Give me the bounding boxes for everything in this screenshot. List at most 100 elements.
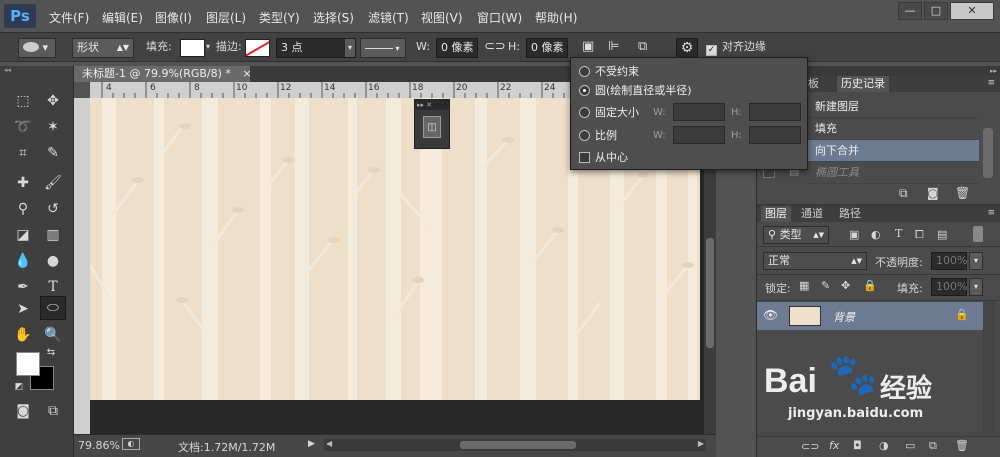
layer-name[interactable]: 背景	[833, 309, 855, 325]
zoom-level[interactable]: 79.86%	[78, 439, 120, 452]
document-tab[interactable]: 未标题-1 @ 79.9%(RGB/8) * ×	[74, 66, 252, 82]
path-operations-icon[interactable]: ▣	[582, 38, 594, 58]
align-edges-checkbox[interactable]: ✓ 对齐边缘	[706, 38, 766, 58]
ellipse-tool-icon[interactable]: ⬭	[40, 296, 66, 320]
close-button[interactable]: ✕	[950, 2, 994, 20]
path-alignment-icon[interactable]: ⊫	[608, 38, 619, 58]
chevron-down-icon[interactable]: ▾	[969, 278, 983, 296]
filter-smart-object-icon[interactable]: ▤	[937, 228, 947, 241]
share-icon[interactable]: ◐	[122, 438, 140, 450]
foreground-color-swatch[interactable]	[16, 352, 40, 376]
eye-visibility-icon[interactable]: 👁	[763, 308, 778, 322]
chevron-down-icon[interactable]: ▾	[344, 39, 355, 57]
ratio-width-field[interactable]	[673, 126, 725, 144]
pen-tool-icon[interactable]: ✒	[12, 276, 34, 298]
link-icon[interactable]: ⊂⊃	[484, 38, 506, 58]
path-arrangement-icon[interactable]: ⧉	[638, 38, 647, 58]
layer-filter-select[interactable]: ⚲ 类型 ▲▼	[763, 226, 829, 244]
clone-stamp-tool-icon[interactable]: ⚲	[12, 198, 34, 220]
floating-properties-panel[interactable]: ▸▸ ✕ ◫	[414, 99, 450, 149]
tab-history[interactable]: 历史记录	[837, 76, 889, 92]
zoom-tool-icon[interactable]: 🔍	[42, 324, 64, 346]
lasso-tool-icon[interactable]: ➰	[12, 116, 34, 138]
menu-edit[interactable]: 编辑(E)	[102, 9, 143, 26]
dodge-tool-icon[interactable]: ●	[42, 250, 64, 272]
blend-mode-select[interactable]: 正常 ▲▼	[763, 252, 867, 270]
menu-window[interactable]: 窗口(W)	[477, 9, 522, 26]
lock-all-icon[interactable]: 🔒	[863, 279, 877, 292]
new-layer-icon[interactable]: ⧉	[929, 439, 937, 453]
properties-panel-icon[interactable]: ◫	[423, 116, 441, 138]
menu-help[interactable]: 帮助(H)	[535, 9, 577, 26]
move-tool-icon[interactable]: ✥	[42, 90, 64, 112]
filter-type-icon[interactable]: T	[895, 227, 902, 240]
panel-header-icons[interactable]: ▸▸ ✕	[415, 100, 449, 110]
filter-adjustment-icon[interactable]: ◐	[871, 228, 881, 241]
stroke-type-select[interactable]: ▾	[360, 38, 406, 58]
horizontal-scroll-thumb[interactable]	[460, 441, 576, 449]
height-field[interactable]: 0 像素	[526, 38, 568, 58]
history-item-selected[interactable]: 向下合并	[807, 140, 979, 162]
fill-swatch[interactable]	[180, 39, 205, 57]
path-selection-tool-icon[interactable]: ➤	[12, 298, 34, 320]
scroll-right-icon[interactable]: ▶	[698, 439, 704, 448]
tool-mode-select[interactable]: 形状 ▲▼	[72, 38, 134, 58]
vertical-scroll-thumb[interactable]	[706, 238, 714, 348]
menu-layer[interactable]: 图层(L)	[206, 9, 246, 26]
filter-pixel-icon[interactable]: ▣	[849, 228, 859, 241]
new-document-from-state-icon[interactable]: ⧉	[899, 186, 908, 201]
stroke-size-field[interactable]: 3 点 ▾	[276, 38, 356, 58]
fixed-height-field[interactable]	[749, 103, 801, 121]
opacity-field[interactable]: 100%	[931, 252, 967, 270]
radio-button[interactable]	[579, 130, 590, 141]
history-item[interactable]: 填充	[807, 118, 979, 140]
menu-select[interactable]: 选择(S)	[313, 9, 354, 26]
filter-toggle-switch[interactable]	[973, 226, 983, 242]
minimize-button[interactable]: —	[898, 2, 922, 20]
crop-tool-icon[interactable]: ⌗	[12, 142, 34, 164]
hand-tool-icon[interactable]: ✋	[12, 324, 34, 346]
blur-tool-icon[interactable]: 💧	[12, 250, 34, 272]
fill-dropdown-arrow[interactable]: ▾	[206, 38, 210, 58]
gear-icon[interactable]: ⚙	[676, 38, 698, 58]
layer-row[interactable]: 👁 背景 🔒	[757, 302, 983, 330]
from-center-checkbox[interactable]	[579, 152, 590, 163]
radio-button[interactable]	[579, 107, 590, 118]
from-center-option[interactable]: 从中心	[579, 150, 628, 166]
link-layers-icon[interactable]: ⊂⊃	[801, 440, 819, 453]
status-menu-arrow-icon[interactable]: ▶	[308, 439, 315, 449]
group-folder-icon[interactable]: ▭	[905, 439, 915, 452]
magic-wand-tool-icon[interactable]: ✶	[42, 116, 64, 138]
history-item[interactable]: 新建图层	[807, 96, 979, 118]
menu-file[interactable]: 文件(F)	[49, 9, 89, 26]
lock-position-icon[interactable]: ✥	[841, 279, 850, 292]
horizontal-scrollbar[interactable]: ◀ ▶	[324, 439, 706, 451]
chevron-down-icon[interactable]: ▾	[969, 252, 983, 270]
menu-type[interactable]: 类型(Y)	[259, 9, 300, 26]
option-fixed-size[interactable]: 固定大小	[579, 105, 639, 121]
default-colors-icon[interactable]: ◩	[12, 380, 26, 394]
ratio-height-field[interactable]	[749, 126, 801, 144]
trash-icon[interactable]: 🗑	[955, 186, 970, 200]
eraser-tool-icon[interactable]: ◪	[12, 224, 34, 246]
lock-pixels-icon[interactable]: ✎	[821, 279, 830, 292]
layer-style-icon[interactable]: fx	[829, 439, 839, 452]
type-tool-icon[interactable]: T	[42, 276, 64, 298]
panel-menu-icon[interactable]: ≡	[987, 208, 995, 218]
screen-mode-icon[interactable]: ⧉	[42, 400, 64, 422]
tab-channels[interactable]: 通道	[797, 206, 827, 222]
collapse-arrows-icon[interactable]: ◂◂	[4, 66, 70, 74]
adjustment-layer-icon[interactable]: ◑	[879, 439, 889, 452]
gradient-tool-icon[interactable]: ▥	[42, 224, 64, 246]
radio-button-selected[interactable]	[579, 85, 590, 96]
fill-opacity-field[interactable]: 100%	[931, 278, 967, 296]
menu-view[interactable]: 视图(V)	[421, 9, 463, 26]
tab-layers[interactable]: 图层	[761, 206, 791, 222]
history-item[interactable]: 椭圆工具	[807, 162, 979, 184]
option-unconstrained[interactable]: 不受约束	[579, 64, 639, 80]
menu-image[interactable]: 图像(I)	[155, 9, 192, 26]
filter-shape-icon[interactable]: ⧠	[915, 228, 924, 242]
width-field[interactable]: 0 像素	[436, 38, 478, 58]
add-mask-icon[interactable]: ◘	[853, 439, 862, 452]
history-brush-tool-icon[interactable]: ↺	[42, 198, 64, 220]
